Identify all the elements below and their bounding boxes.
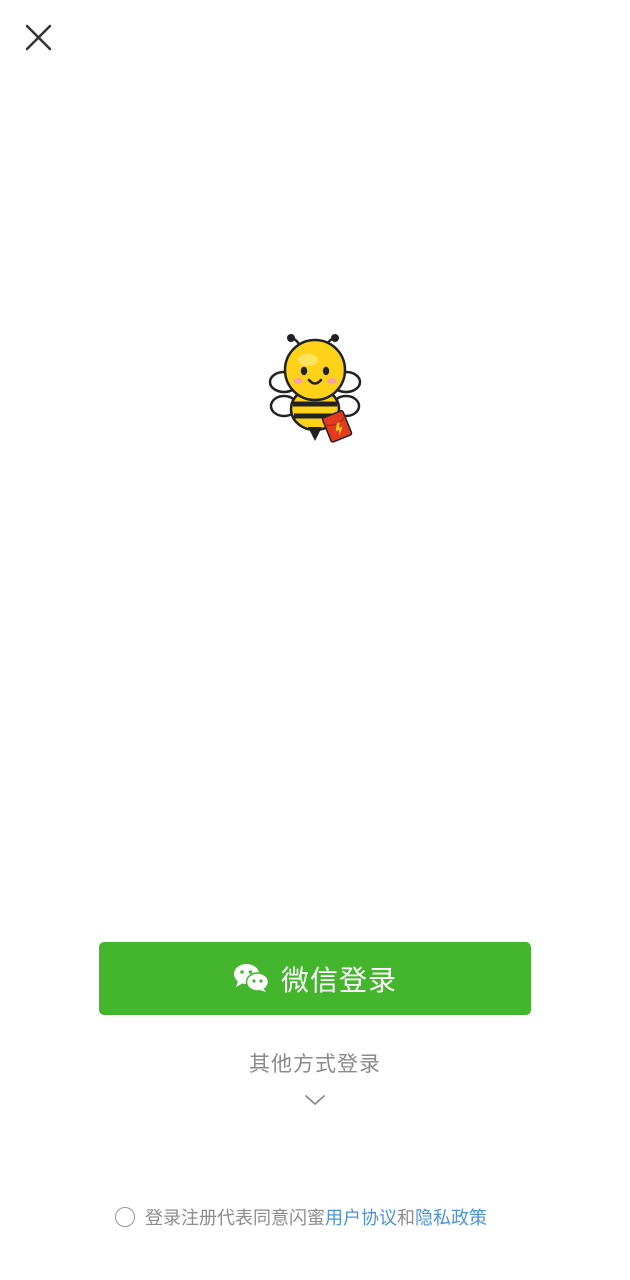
- agreement-checkbox[interactable]: [115, 1207, 135, 1227]
- other-login-label: 其他方式登录: [249, 1052, 381, 1076]
- chevron-down-icon: [303, 1092, 327, 1108]
- close-icon: [25, 24, 52, 51]
- bee-mascot-logo: [262, 330, 368, 448]
- user-agreement-link[interactable]: 用户协议: [325, 1204, 397, 1230]
- privacy-policy-link[interactable]: 隐私政策: [415, 1204, 487, 1230]
- close-button[interactable]: [18, 17, 58, 57]
- agreement-prefix: 登录注册代表同意闪蜜: [145, 1208, 325, 1229]
- agreement-conjunction: 和: [397, 1208, 415, 1229]
- wechat-login-label: 微信登录: [280, 963, 397, 997]
- wechat-login-button[interactable]: 微信登录: [99, 942, 531, 1015]
- wechat-icon: [233, 963, 269, 993]
- agreement-row: 登录注册代表同意闪蜜 用户协议 和 隐私政策: [115, 1202, 487, 1232]
- other-login-toggle[interactable]: 其他方式登录: [0, 1048, 630, 1108]
